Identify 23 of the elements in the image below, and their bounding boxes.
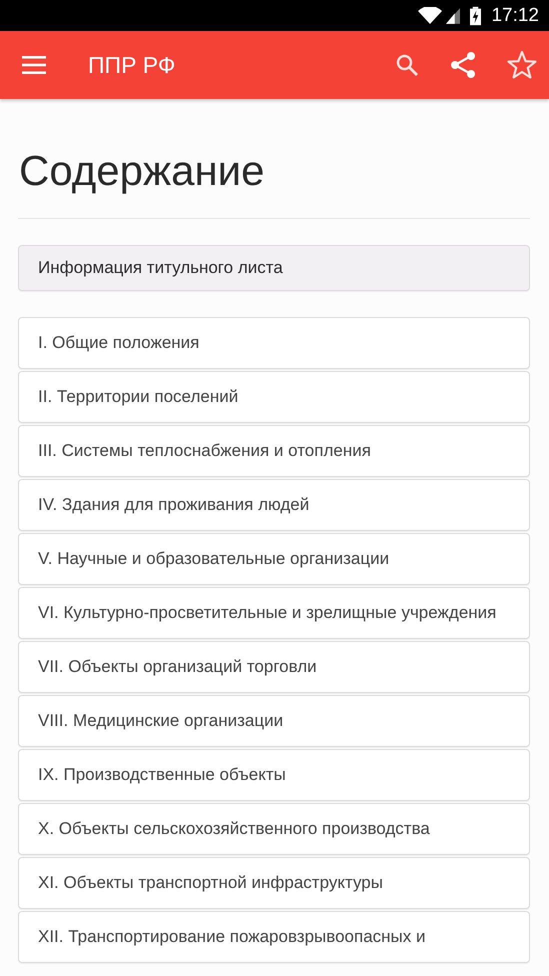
contents-item[interactable]: XI. Объекты транспортной инфраструктуры [18,857,530,909]
contents-item[interactable]: IX. Производственные объекты [18,749,530,801]
contents-item[interactable]: X. Объекты сельскохозяйственного производства [18,803,530,855]
contents-item[interactable]: V. Научные и образовательные организации [18,533,530,585]
clock-time: 17:12 [491,4,539,26]
page-heading: Содержание [18,99,530,219]
contents-item[interactable]: II. Территории поселений [18,371,530,423]
contents-item[interactable]: XII. Транспортирование пожаровзрывоопасных и [18,911,530,963]
signal-icon [446,6,460,24]
share-icon[interactable] [449,51,477,79]
star-icon[interactable] [507,50,537,80]
app-title: ППР РФ [88,52,176,78]
contents-item[interactable]: VII. Объекты организаций торговли [18,641,530,693]
search-icon[interactable] [395,53,419,77]
menu-icon[interactable] [22,56,46,74]
contents-item[interactable]: III. Системы теплоснабжения и отопления [18,425,530,477]
contents-item[interactable]: IV. Здания для проживания людей [18,479,530,531]
wifi-icon [418,6,442,24]
contents-item[interactable]: Информация титульного листа [18,245,530,291]
contents-item[interactable]: VI. Культурно-просветительные и зрелищные учреждения [18,587,530,639]
contents-item[interactable]: I. Общие положения [18,317,530,369]
contents-item[interactable]: VIII. Медицинские организации [18,695,530,747]
battery-charging-icon [470,6,482,26]
